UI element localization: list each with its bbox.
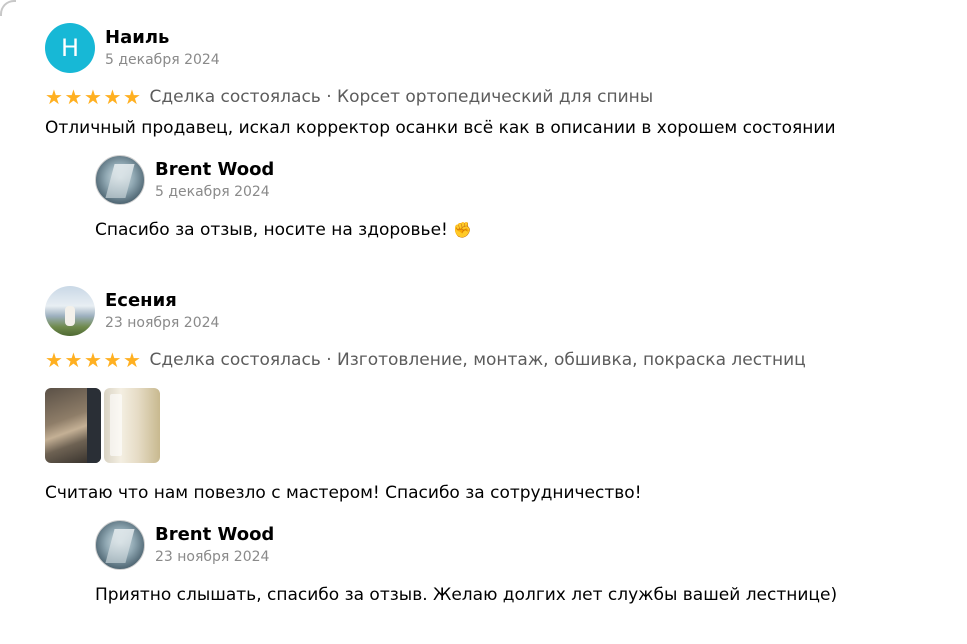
seller-reply: Brent Wood 5 декабря 2024 Спасибо за отз…: [95, 155, 945, 241]
review-date: 23 ноября 2024: [105, 314, 220, 331]
review-photo[interactable]: [104, 388, 160, 463]
reply-date: 5 декабря 2024: [155, 183, 270, 200]
raised-fist-icon: ✊: [453, 221, 472, 239]
deal-status[interactable]: Сделка состоялась · Корсет ортопедически…: [150, 87, 654, 107]
review-photo[interactable]: [45, 388, 101, 463]
seller-reply: Brent Wood 23 ноября 2024 Приятно слышат…: [95, 520, 945, 606]
author-name[interactable]: Brent Wood: [155, 159, 274, 181]
avatar[interactable]: [95, 520, 145, 570]
star-icon: ★: [64, 85, 83, 109]
rating-line: ★ ★ ★ ★ ★ Сделка состоялась · Изготовлен…: [45, 350, 945, 370]
rating-line: ★ ★ ★ ★ ★ Сделка состоялась · Корсет орт…: [45, 87, 945, 107]
author-name[interactable]: Brent Wood: [155, 524, 274, 546]
review-card: Н Наиль 5 декабря 2024 ★ ★ ★ ★ ★ Сделка …: [45, 23, 945, 241]
star-rating: ★ ★ ★ ★ ★: [45, 350, 143, 370]
review-header: Есения 23 ноября 2024: [45, 286, 945, 336]
author-name[interactable]: Есения: [105, 290, 219, 312]
deal-status[interactable]: Сделка состоялась · Изготовление, монтаж…: [150, 350, 806, 370]
review-header: Н Наиль 5 декабря 2024: [45, 23, 945, 73]
star-icon: ★: [123, 85, 141, 109]
window-corner: [0, 0, 16, 16]
review-meta: Есения 23 ноября 2024: [105, 290, 219, 333]
star-rating: ★ ★ ★ ★ ★: [45, 87, 143, 107]
star-icon: ★: [84, 85, 102, 109]
reply-text: Приятно слышать, спасибо за отзыв. Желаю…: [95, 585, 838, 605]
star-icon: ★: [103, 85, 122, 109]
reply-header: Brent Wood 5 декабря 2024: [95, 155, 945, 205]
star-icon: ★: [64, 348, 83, 372]
star-icon: ★: [45, 85, 63, 109]
avatar[interactable]: [45, 286, 95, 336]
reply-text: Спасибо за отзыв, носите на здоровье!: [95, 220, 448, 240]
reply-meta: Brent Wood 23 ноября 2024: [155, 524, 274, 567]
review-text: Отличный продавец, искал корректор осанк…: [45, 118, 836, 138]
reply-date: 23 ноября 2024: [155, 548, 270, 565]
star-icon: ★: [84, 348, 102, 372]
review-meta: Наиль 5 декабря 2024: [105, 27, 220, 70]
avatar-letter: Н: [60, 34, 80, 62]
reply-text-line: Спасибо за отзыв, носите на здоровье! ✊: [95, 219, 945, 241]
star-icon: ★: [123, 348, 141, 372]
author-name[interactable]: Наиль: [105, 27, 220, 49]
reply-header: Brent Wood 23 ноября 2024: [95, 520, 945, 570]
star-icon: ★: [103, 348, 122, 372]
review-photos: [45, 388, 945, 463]
review-text: Считаю что нам повезло с мастером! Спаси…: [45, 483, 642, 503]
review-date: 5 декабря 2024: [105, 51, 220, 68]
avatar[interactable]: [95, 155, 145, 205]
avatar[interactable]: Н: [45, 23, 95, 73]
reply-meta: Brent Wood 5 декабря 2024: [155, 159, 274, 202]
star-icon: ★: [45, 348, 63, 372]
review-card: Есения 23 ноября 2024 ★ ★ ★ ★ ★ Сделка с…: [45, 286, 945, 606]
